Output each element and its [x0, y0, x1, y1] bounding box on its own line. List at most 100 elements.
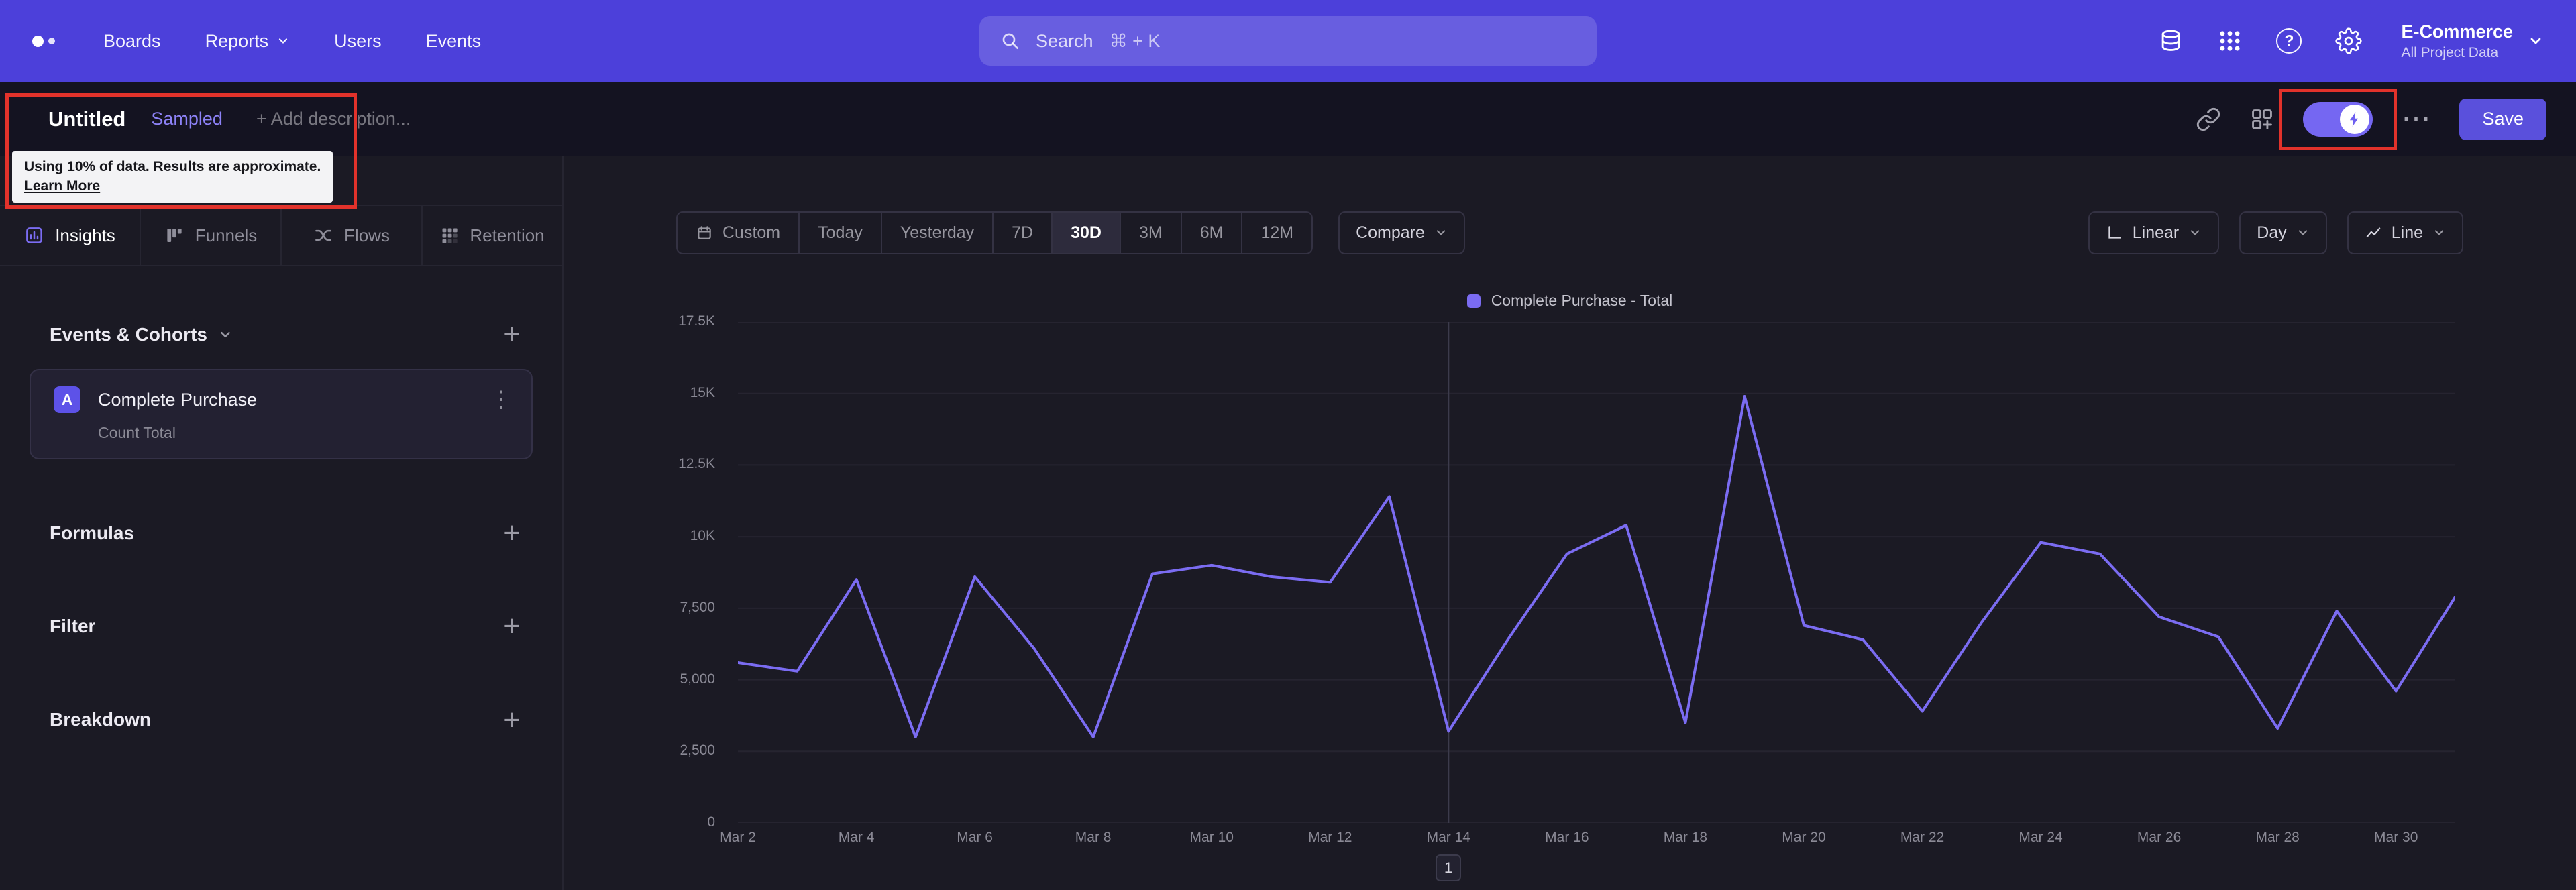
tab-flows[interactable]: Flows	[282, 206, 423, 265]
insights-icon	[24, 225, 44, 245]
series-line	[737, 395, 2457, 738]
event-metric[interactable]: Count Total	[98, 424, 513, 442]
more-options-icon[interactable]: ⋯	[2401, 103, 2431, 133]
nav-reports[interactable]: Reports	[205, 31, 290, 52]
range-3m[interactable]: 3M	[1121, 213, 1182, 253]
y-tick-label: 7,500	[680, 599, 715, 615]
org-subtitle: All Project Data	[2401, 44, 2499, 60]
search-input[interactable]: Search ⌘ + K	[979, 16, 1597, 66]
event-name[interactable]: Complete Purchase	[98, 390, 257, 410]
chart-toolbar: Custom Today Yesterday 7D 30D 3M 6M 12M …	[676, 211, 2463, 254]
x-tick-label: Mar 6	[957, 830, 993, 845]
tab-funnels-label: Funnels	[195, 225, 258, 245]
x-axis-labels: Mar 2 Mar 4 Mar 6 Mar 8 Mar 10 Mar 12 Mar 14 Ma…	[720, 823, 2455, 852]
x-tick-label: Mar 4	[838, 830, 875, 845]
x-tick-label: Mar 26	[2137, 830, 2182, 845]
nav-boards-label: Boards	[103, 30, 161, 51]
y-tick-label: 10K	[690, 528, 715, 544]
add-to-board-icon[interactable]	[2249, 107, 2275, 132]
logo-dot-large	[32, 35, 44, 47]
y-tick-label: 5,000	[680, 671, 715, 687]
tab-insights[interactable]: Insights	[0, 206, 141, 265]
event-options-icon[interactable]: ⋮	[490, 388, 513, 411]
events-cohorts-section-header: Events & Cohorts +	[0, 319, 562, 349]
events-cohorts-title[interactable]: Events & Cohorts	[50, 324, 233, 345]
x-tick-label: Mar 28	[2255, 830, 2300, 845]
tab-insights-label: Insights	[55, 225, 115, 245]
sampling-toggle[interactable]	[2303, 101, 2373, 137]
nav-boards[interactable]: Boards	[103, 31, 161, 52]
settings-gear-icon[interactable]	[2335, 27, 2363, 54]
sampling-tooltip: Using 10% of data. Results are approxima…	[12, 151, 333, 203]
x-tick-label: Mar 10	[1189, 830, 1234, 845]
x-tick-label: Mar 16	[1545, 830, 1589, 845]
add-formula-button[interactable]: +	[503, 518, 521, 548]
tooltip-message: Using 10% of data. Results are approxima…	[24, 159, 321, 174]
report-type-tabs: Insights Funnels Flows Retention	[0, 205, 562, 266]
range-today[interactable]: Today	[800, 213, 882, 253]
breakdown-title: Breakdown	[50, 709, 151, 730]
logo-dot-small	[48, 38, 55, 44]
range-yesterday[interactable]: Yesterday	[882, 213, 994, 253]
chart-main-area: Custom Today Yesterday 7D 30D 3M 6M 12M …	[564, 156, 2576, 890]
search-shortcut: ⌘ + K	[1109, 30, 1161, 51]
search-icon	[1002, 33, 1018, 49]
add-breakdown-button[interactable]: +	[503, 705, 521, 734]
formulas-section-header: Formulas +	[0, 518, 562, 548]
chevron-down-icon	[1436, 230, 1446, 235]
tab-flows-label: Flows	[344, 225, 390, 245]
x-tick-label: Mar 8	[1075, 830, 1112, 845]
pagination-page-button[interactable]: 1	[1436, 854, 1461, 881]
nav-events-label: Events	[425, 30, 482, 51]
data-management-icon[interactable]	[2158, 28, 2184, 54]
topnav-right-controls: ? E-Commerce All Project Data	[2158, 20, 2544, 62]
scale-dropdown[interactable]: Linear	[2088, 211, 2220, 254]
line-chart-plot: 0 2,500 5,000 7,500 10K 12.5K 15K 17.5K Mar 2 Ma…	[678, 313, 2457, 845]
nav-events[interactable]: Events	[426, 31, 482, 52]
report-title[interactable]: Untitled	[48, 107, 125, 131]
range-7d[interactable]: 7D	[994, 213, 1053, 253]
project-switcher[interactable]: E-Commerce All Project Data	[2401, 20, 2544, 62]
line-chart[interactable]	[737, 321, 2457, 824]
x-tick-label: Mar 22	[1900, 830, 1945, 845]
range-12m[interactable]: 12M	[1242, 213, 1311, 253]
retention-icon	[440, 226, 459, 245]
learn-more-link[interactable]: Learn More	[24, 178, 100, 194]
save-button[interactable]: Save	[2459, 98, 2546, 140]
y-tick-label: 2,500	[680, 742, 715, 759]
chart-legend[interactable]: Complete Purchase - Total	[676, 292, 2463, 310]
range-6m[interactable]: 6M	[1182, 213, 1243, 253]
chevron-down-icon	[2298, 230, 2307, 235]
query-builder-sidebar: Insights Funnels Flows Retention Events …	[0, 156, 564, 890]
granularity-dropdown[interactable]: Day	[2239, 211, 2327, 254]
add-filter-button[interactable]: +	[503, 612, 521, 641]
apps-grid-icon[interactable]	[2217, 28, 2243, 54]
chevron-down-icon	[2434, 230, 2444, 235]
add-event-button[interactable]: +	[503, 319, 521, 349]
chevron-down-icon	[2191, 230, 2200, 235]
calendar-icon	[698, 226, 711, 239]
help-icon[interactable]: ?	[2276, 27, 2302, 54]
line-chart-icon	[2366, 227, 2381, 238]
date-range-segmented-control: Custom Today Yesterday 7D 30D 3M 6M 12M	[676, 211, 1313, 254]
page-number: 1	[1444, 859, 1453, 876]
legend-label: Complete Purchase - Total	[1491, 292, 1673, 309]
tab-retention[interactable]: Retention	[423, 206, 562, 265]
event-letter-badge: A	[54, 386, 80, 414]
tab-funnels[interactable]: Funnels	[141, 206, 282, 265]
report-header-bar: Untitled Sampled + Add description... ⋯ …	[0, 82, 2576, 156]
x-tick-label: Mar 20	[1782, 830, 1826, 845]
chart-type-dropdown[interactable]: Line	[2347, 211, 2463, 254]
chevron-down-icon	[2530, 38, 2541, 44]
sampled-badge[interactable]: Sampled	[151, 109, 223, 129]
copy-link-icon[interactable]	[2196, 107, 2221, 132]
compare-button[interactable]: Compare	[1338, 211, 1465, 254]
filter-title: Filter	[50, 615, 96, 636]
x-tick-label: Mar 14	[1426, 830, 1470, 845]
event-card[interactable]: A Complete Purchase ⋮ Count Total	[30, 369, 533, 460]
range-30d[interactable]: 30D	[1053, 213, 1121, 253]
mixpanel-logo[interactable]	[32, 35, 55, 47]
range-custom[interactable]: Custom	[678, 213, 800, 253]
add-description-button[interactable]: + Add description...	[256, 109, 411, 129]
nav-users[interactable]: Users	[334, 31, 382, 52]
